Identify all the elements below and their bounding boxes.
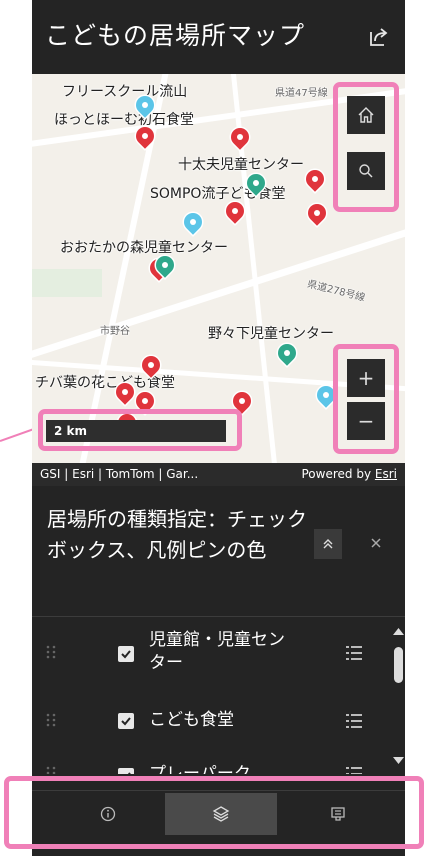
collapse-button[interactable] <box>314 529 342 559</box>
highlight-scale-bar <box>38 409 242 451</box>
scroll-thumb[interactable] <box>394 647 403 683</box>
highlight-tab-bar <box>4 776 424 849</box>
scroll-down-icon[interactable] <box>393 757 404 765</box>
layer-label: こども食堂 <box>149 710 234 730</box>
layer-list-header: 居場所の種類指定：チェックボックス、凡例ピンの色 <box>32 486 405 616</box>
layer-options-icon[interactable] <box>344 764 364 774</box>
layer-options-icon[interactable] <box>344 711 364 731</box>
place-label: 県道278号線 <box>306 278 367 304</box>
place-label: 市野谷 <box>100 326 130 337</box>
map-pin[interactable] <box>180 209 206 235</box>
place-label: 県道47号線 <box>275 88 328 99</box>
highlight-map-buttons <box>333 82 399 212</box>
close-icon[interactable] <box>368 535 384 551</box>
app-header: こどもの居場所マップ <box>32 0 405 74</box>
place-label: 十太夫児童センター <box>178 157 304 173</box>
place-label: 野々下児童センター <box>208 326 334 342</box>
place-label: フリースクール流山 <box>62 84 188 100</box>
drag-handle-icon[interactable] <box>46 645 56 659</box>
layer-options-icon[interactable] <box>344 643 364 663</box>
map-pin[interactable] <box>274 340 300 366</box>
layer-item[interactable]: 児童館・児童センター <box>32 617 392 690</box>
map-attribution: GSI | Esri | TomTom | Gar... Powered by … <box>32 463 405 486</box>
layer-checkbox[interactable] <box>118 768 134 774</box>
drag-handle-icon[interactable] <box>46 713 56 727</box>
esri-link[interactable]: Esri <box>375 467 397 481</box>
map-view[interactable]: フリースクール流山 県道47号線 ほっとほーむ初石食堂 十太夫児童センター SO… <box>32 74 405 463</box>
attribution-text: GSI | Esri | TomTom | Gar... <box>40 467 199 481</box>
map-park <box>32 269 102 297</box>
layer-checkbox[interactable] <box>118 713 134 729</box>
layer-list-title: 居場所の種類指定：チェックボックス、凡例ピンの色 <box>47 507 307 562</box>
map-pin[interactable] <box>227 124 253 150</box>
map-pin[interactable] <box>302 166 328 192</box>
layer-label: プレーパーク <box>149 764 251 774</box>
checkmark-icon <box>121 717 131 726</box>
place-label: ほっとほーむ初石食堂 <box>54 112 194 128</box>
place-label: おおたかの森児童センター <box>60 240 228 256</box>
chevrons-up-icon <box>323 539 333 549</box>
layer-item[interactable]: こども食堂 <box>32 690 392 750</box>
highlight-zoom-controls <box>333 344 399 454</box>
layer-checkbox[interactable] <box>118 646 134 662</box>
layer-label: 児童館・児童センター <box>149 630 285 673</box>
map-pin[interactable] <box>304 200 330 226</box>
app-title: こどもの居場所マップ <box>45 21 306 50</box>
checkmark-icon <box>121 650 131 659</box>
powered-by: Powered by Esri <box>302 463 398 486</box>
checkmark-icon <box>127 772 131 774</box>
app-panel: こどもの居場所マップ フリースクール流山 県道47号線 ほっとほーむ初石食堂 十… <box>32 0 405 856</box>
place-label: SOMPO流子ども食堂 <box>150 186 286 202</box>
scroll-up-icon[interactable] <box>393 627 404 635</box>
layer-item[interactable]: プレーパーク <box>32 750 392 774</box>
share-icon[interactable] <box>368 26 390 48</box>
place-label: チバ葉の花こども食堂 <box>35 375 175 391</box>
drag-handle-icon[interactable] <box>46 766 56 774</box>
layer-list[interactable]: 児童館・児童センター こども食堂 プレーパーク <box>32 617 405 774</box>
layer-list-scrollbar[interactable] <box>392 617 405 774</box>
powered-by-text: Powered by <box>301 467 372 481</box>
